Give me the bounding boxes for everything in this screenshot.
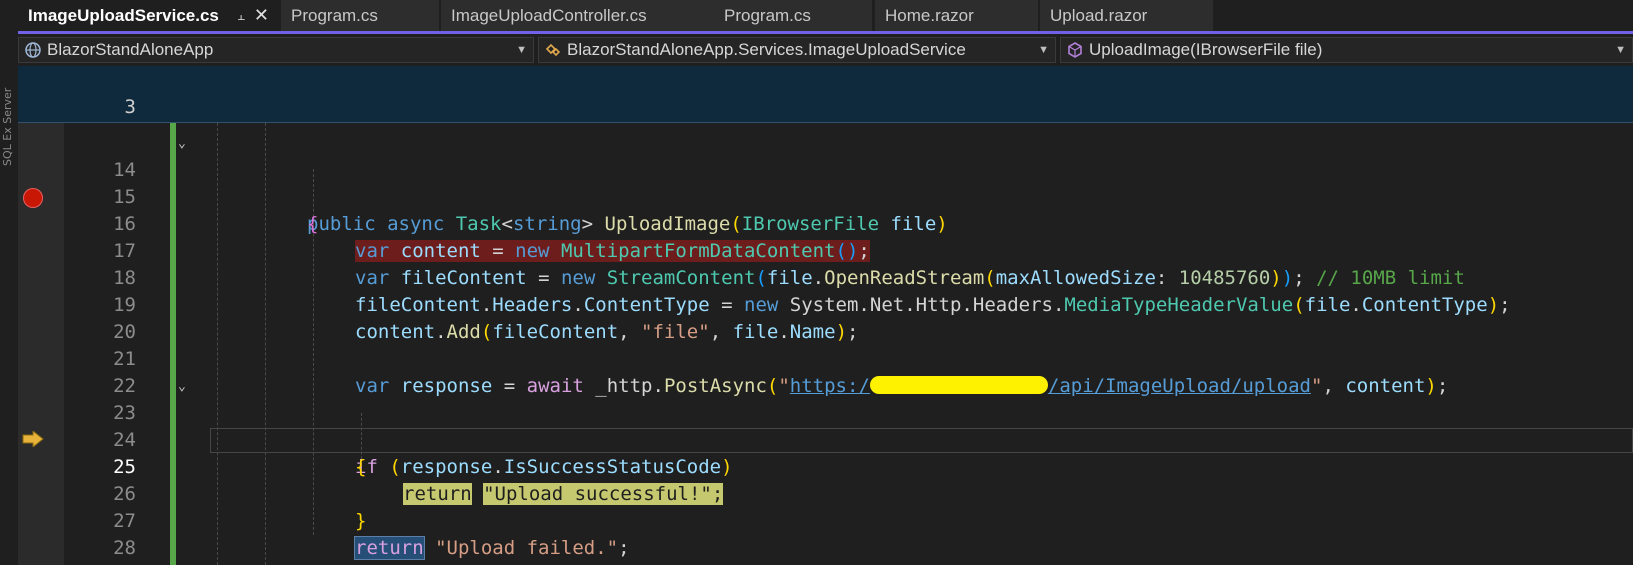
type-dropdown[interactable]: BlazorStandAloneApp.Services.ImageUpload…: [538, 37, 1056, 63]
code-line[interactable]: 22: [18, 346, 1633, 397]
code-line[interactable]: 25 return "Upload successful!";: [18, 427, 1633, 505]
code-line[interactable]: 23 ⌄ if (response.IsSuccessStatusCode): [18, 373, 1633, 478]
code-editor[interactable]: 14 ⌄ public async Task<string> UploadIma…: [18, 123, 1633, 565]
tab-home-razor[interactable]: Home.razor: [875, 0, 1039, 31]
tab-label: Program.cs: [724, 6, 811, 25]
collapse-icon[interactable]: ⌄: [178, 373, 186, 400]
class-icon: [545, 43, 561, 57]
tab-label: Home.razor: [885, 6, 974, 25]
project-dropdown[interactable]: BlazorStandAloneApp ▼: [18, 37, 534, 63]
code-line[interactable]: 16 var content = new MultipartFormDataCo…: [18, 184, 1633, 262]
code-line[interactable]: 27 return "Upload failed.";: [18, 481, 1633, 560]
tab-label: ImageUploadService.cs: [28, 6, 219, 25]
chevron-down-icon: ▼: [1038, 44, 1049, 56]
code-line[interactable]: 20: [18, 292, 1633, 343]
code-line[interactable]: 18 fileContent.Headers.ContentType = new…: [18, 238, 1633, 316]
member-name: UploadImage(IBrowserFile file): [1089, 40, 1323, 59]
tab-imageuploadservice[interactable]: ImageUploadService.cs ⫠ ✕: [18, 0, 280, 31]
sticky-line[interactable]: 5 public class ImageUploadService: [18, 94, 1633, 172]
navigation-bar: BlazorStandAloneApp ▼ BlazorStandAloneAp…: [18, 34, 1633, 66]
code-line[interactable]: 21 var response = await _http.PostAsync(…: [18, 319, 1633, 397]
tab-imageuploadcontroller[interactable]: ImageUploadController.cs: [441, 0, 717, 31]
code-line[interactable]: 28 }: [18, 508, 1633, 565]
tab-label: Program.cs: [291, 6, 378, 25]
collapse-icon[interactable]: ⌄: [178, 130, 186, 157]
close-icon[interactable]: ✕: [254, 0, 269, 31]
project-name: BlazorStandAloneApp: [47, 40, 214, 59]
code-line[interactable]: 17 var fileContent = new StreamContent(f…: [18, 211, 1633, 289]
side-panel-strip[interactable]: SQL Ex Server: [0, 0, 19, 565]
tab-program-cs-2[interactable]: Program.cs: [714, 0, 873, 31]
code-line[interactable]: 14 ⌄ public async Task<string> UploadIma…: [18, 130, 1633, 235]
type-name: BlazorStandAloneApp.Services.ImageUpload…: [567, 40, 966, 59]
code-line[interactable]: 19 content.Add(fileContent, "file", file…: [18, 265, 1633, 343]
tab-upload-razor[interactable]: Upload.razor: [1040, 0, 1214, 31]
tab-label: ImageUploadController.cs: [451, 6, 647, 25]
sticky-scroll-header[interactable]: 3 namespace BlazorStandAloneApp.Services…: [18, 66, 1633, 172]
chevron-down-icon: ▼: [516, 44, 527, 56]
code-line[interactable]: }: [18, 535, 1633, 565]
code-line[interactable]: 15 {: [18, 157, 1633, 235]
globe-icon: [25, 42, 41, 58]
document-tab-bar: ImageUploadService.cs ⫠ ✕ Program.cs Ima…: [18, 0, 1633, 32]
tab-label: Upload.razor: [1050, 6, 1148, 25]
member-dropdown[interactable]: UploadImage(IBrowserFile file) ▼: [1060, 37, 1633, 63]
chevron-down-icon: ▼: [1615, 44, 1626, 56]
tab-program-cs[interactable]: Program.cs: [281, 0, 440, 31]
code-line[interactable]: 24 {: [18, 400, 1633, 478]
code-line[interactable]: 26 }: [18, 454, 1633, 532]
sticky-line[interactable]: 3 namespace BlazorStandAloneApp.Services: [18, 67, 1633, 145]
side-panel-label[interactable]: SQL Ex Server: [1, 6, 15, 166]
pin-icon[interactable]: ⫠: [237, 0, 245, 31]
method-icon: [1068, 42, 1082, 58]
